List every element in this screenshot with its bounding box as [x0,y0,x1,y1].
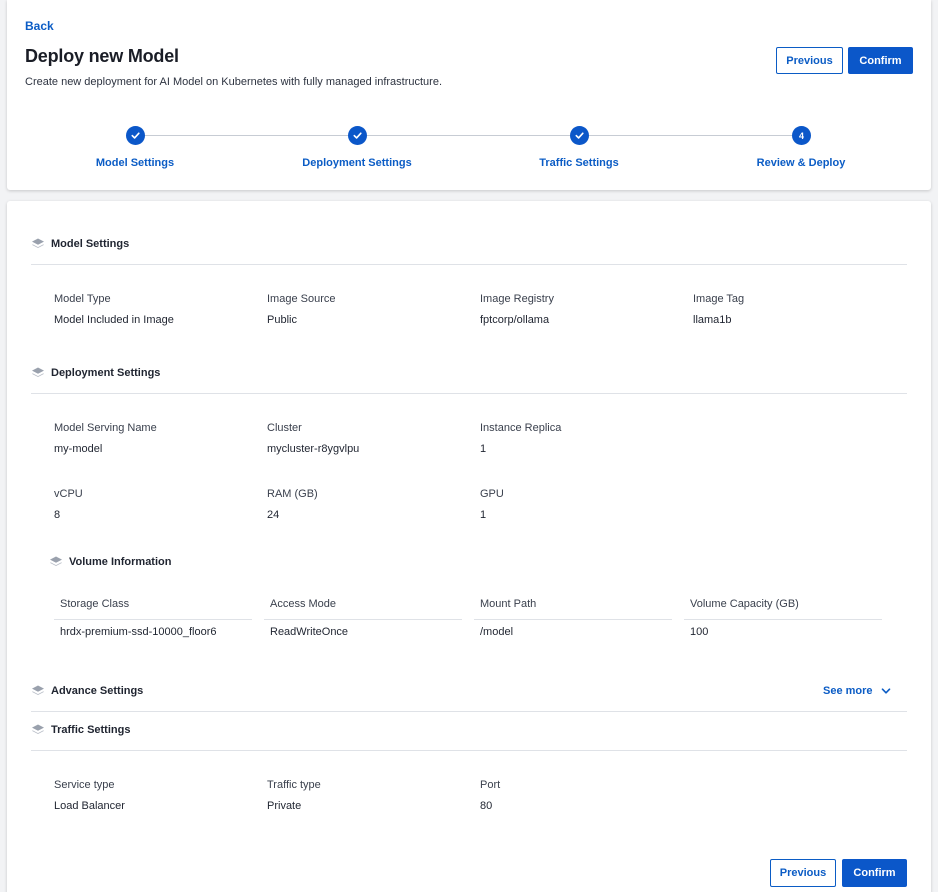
instance-replica-label: Instance Replica [480,422,562,434]
layers-icon [32,685,44,695]
back-link[interactable]: Back [25,19,54,33]
service-type-label: Service type [54,779,115,791]
step-label-model-settings[interactable]: Model Settings [96,157,174,169]
step-label-review-deploy[interactable]: Review & Deploy [757,157,846,169]
vcpu-label: vCPU [54,488,83,500]
column-header-underline [684,619,882,620]
step-2-check-icon [348,126,367,145]
column-header-underline [264,619,462,620]
column-header-underline [474,619,672,620]
vcpu-value: 8 [54,509,61,521]
layers-icon [32,367,44,377]
step-label-traffic-settings[interactable]: Traffic Settings [539,157,618,169]
port-label: Port [480,779,501,791]
volume-information-header: Volume Information [49,555,171,569]
advance-settings-header: Advance Settings [31,684,143,698]
model-settings-title: Model Settings [51,238,130,250]
service-type-value: Load Balancer [54,800,125,812]
review-card: Model Settings Model Type Model Included… [7,201,931,892]
table-cell-volume-capacity: 100 [690,626,709,638]
table-cell-access-mode: ReadWriteOnce [270,626,349,638]
column-header-mount-path: Mount Path [480,598,537,610]
model-type-value: Model Included in Image [54,314,174,326]
confirm-button[interactable]: Confirm [848,47,913,74]
layers-icon [32,238,44,248]
ram-label: RAM (GB) [267,488,318,500]
see-more-label[interactable]: See more [823,685,873,697]
stepper-connector [367,135,570,136]
image-source-label: Image Source [267,293,336,305]
stepper-connector [589,135,792,136]
column-header-volume-capacity: Volume Capacity (GB) [690,598,799,610]
see-more-toggle[interactable]: See more [823,685,891,697]
previous-button[interactable]: Previous [776,47,843,74]
step-1-check-icon [126,126,145,145]
image-tag-value: llama1b [693,314,732,326]
advance-settings-title: Advance Settings [51,685,144,697]
table-cell-mount-path: /model [480,626,514,638]
deployment-settings-title: Deployment Settings [51,367,161,379]
model-type-label: Model Type [54,293,111,305]
footer-previous-button[interactable]: Previous [770,859,836,887]
traffic-type-label: Traffic type [267,779,321,791]
page-subtitle: Create new deployment for AI Model on Ku… [25,76,443,88]
image-tag-label: Image Tag [693,293,745,305]
traffic-type-value: Private [267,800,302,812]
port-value: 80 [480,800,493,812]
traffic-settings-header: Traffic Settings [31,723,130,737]
chevron-down-icon[interactable] [881,686,891,696]
image-source-value: Public [267,314,297,326]
column-header-storage-class: Storage Class [60,598,130,610]
column-header-access-mode: Access Mode [270,598,337,610]
instance-replica-value: 1 [480,443,487,455]
layers-icon [50,556,62,566]
cluster-value: mycluster-r8ygvlpu [267,443,360,455]
volume-information-title: Volume Information [69,556,172,568]
page-title: Deploy new Model [25,46,179,66]
section-divider [31,393,907,394]
model-serving-name-value: my-model [54,443,103,455]
section-divider [31,264,907,265]
step-4-number: 4 [792,126,811,145]
stepper-connector [145,135,348,136]
column-header-underline [54,619,252,620]
cluster-label: Cluster [267,422,302,434]
model-serving-name-label: Model Serving Name [54,422,157,434]
deployment-settings-header: Deployment Settings [31,366,160,380]
image-registry-value: fptcorp/ollama [480,314,550,326]
step-label-deployment-settings[interactable]: Deployment Settings [302,157,411,169]
section-divider [31,711,907,712]
ram-value: 24 [267,509,280,521]
image-registry-label: Image Registry [480,293,554,305]
section-divider [31,750,907,751]
footer-confirm-button[interactable]: Confirm [842,859,907,887]
step-3-check-icon [570,126,589,145]
layers-icon [32,724,44,734]
model-settings-header: Model Settings [31,237,129,251]
traffic-settings-title: Traffic Settings [51,724,131,736]
gpu-label: GPU [480,488,504,500]
gpu-value: 1 [480,509,487,521]
header-card: Back Deploy new Model Create new deploym… [7,0,931,190]
table-cell-storage-class: hrdx-premium-ssd-10000_floor6 [60,626,217,638]
